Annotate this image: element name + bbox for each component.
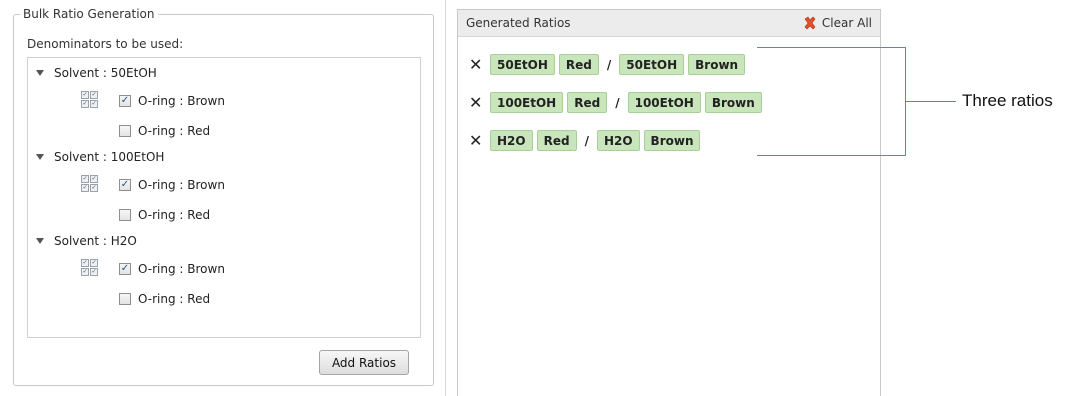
red-x-icon: [804, 16, 816, 30]
callout-bracket-bottom: [757, 155, 906, 156]
denominators-label: Denominators to be used:: [27, 37, 184, 51]
numerator-solvent-tag: H2O: [490, 130, 533, 151]
clear-all-button[interactable]: Clear All: [802, 14, 872, 32]
checkbox-checked[interactable]: ✓: [119, 179, 131, 191]
expand-triangle-icon[interactable]: [36, 154, 44, 160]
checkbox-unchecked[interactable]: [119, 125, 131, 137]
numerator-solvent-tag: 50EtOH: [490, 54, 555, 75]
generated-ratios-panel: Generated Ratios Clear All ✕ 50EtOH Red …: [457, 9, 881, 396]
numerator-oring-tag: Red: [536, 130, 577, 151]
denominator-oring-tag: Brown: [688, 54, 746, 75]
remove-ratio-icon[interactable]: ✕: [469, 56, 483, 73]
denominator-solvent-tag: 100EtOH: [627, 92, 701, 113]
option-row[interactable]: O-ring : Red: [119, 291, 210, 307]
tree-node-50etoh[interactable]: Solvent : 50EtOH: [28, 64, 157, 82]
denominator-oring-tag: Brown: [704, 92, 762, 113]
checkbox-unchecked[interactable]: [119, 293, 131, 305]
numerator-solvent-tag: 100EtOH: [490, 92, 564, 113]
panel-header: Generated Ratios Clear All: [458, 10, 880, 37]
denominator-solvent-tag: H2O: [596, 130, 640, 151]
ratio-row: ✕ H2O Red / H2O Brown: [469, 129, 704, 152]
panel-title: Generated Ratios: [466, 16, 571, 30]
option-row[interactable]: ✓ O-ring : Brown: [119, 93, 225, 109]
tree-node-100etoh[interactable]: Solvent : 100EtOH: [28, 148, 164, 166]
check-all-icon[interactable]: ✓ ✓ ✓ ✓: [81, 175, 98, 192]
option-label: O-ring : Brown: [138, 262, 225, 276]
solvent-label: Solvent : H2O: [54, 234, 137, 248]
ratio-slash: /: [615, 95, 620, 110]
clear-all-label: Clear All: [821, 16, 872, 30]
option-row[interactable]: ✓ O-ring : Brown: [119, 261, 225, 277]
checkbox-checked[interactable]: ✓: [119, 263, 131, 275]
group-title: Bulk Ratio Generation: [20, 7, 158, 21]
check-all-icon[interactable]: ✓ ✓ ✓ ✓: [81, 259, 98, 276]
solvent-label: Solvent : 50EtOH: [54, 66, 157, 80]
option-label: O-ring : Red: [138, 292, 211, 306]
callout-bracket-top: [757, 47, 906, 48]
check-all-icon[interactable]: ✓ ✓ ✓ ✓: [81, 91, 98, 108]
denominator-solvent-tag: 50EtOH: [619, 54, 685, 75]
solvent-label: Solvent : 100EtOH: [54, 150, 165, 164]
option-label: O-ring : Red: [138, 124, 211, 138]
add-ratios-button[interactable]: Add Ratios: [319, 350, 409, 375]
ratio-slash: /: [584, 133, 589, 148]
tree-node-h2o[interactable]: Solvent : H2O: [28, 232, 137, 250]
numerator-oring-tag: Red: [558, 54, 599, 75]
ratio-row: ✕ 50EtOH Red / 50EtOH Brown: [469, 53, 749, 76]
remove-ratio-icon[interactable]: ✕: [469, 94, 483, 111]
remove-ratio-icon[interactable]: ✕: [469, 132, 483, 149]
checkbox-unchecked[interactable]: [119, 209, 131, 221]
numerator-oring-tag: Red: [567, 92, 608, 113]
option-row[interactable]: O-ring : Red: [119, 123, 210, 139]
option-label: O-ring : Brown: [138, 94, 225, 108]
option-row[interactable]: O-ring : Red: [119, 207, 210, 223]
denominator-tree: Solvent : 50EtOH ✓ ✓ ✓ ✓ ✓ O-ring : Brown O…: [27, 57, 421, 338]
ratio-slash: /: [606, 57, 612, 72]
option-row[interactable]: ✓ O-ring : Brown: [119, 177, 225, 193]
ratio-row: ✕ 100EtOH Red / 100EtOH Brown: [469, 91, 766, 114]
checkbox-checked[interactable]: ✓: [119, 95, 131, 107]
callout-label: Three ratios: [962, 91, 1053, 110]
expand-triangle-icon[interactable]: [36, 70, 44, 76]
option-label: O-ring : Brown: [138, 178, 225, 192]
denominator-oring-tag: Brown: [643, 130, 701, 151]
expand-triangle-icon[interactable]: [36, 238, 44, 244]
callout-leader-line: [906, 101, 956, 102]
panel-divider: [445, 0, 446, 396]
option-label: O-ring : Red: [138, 208, 211, 222]
